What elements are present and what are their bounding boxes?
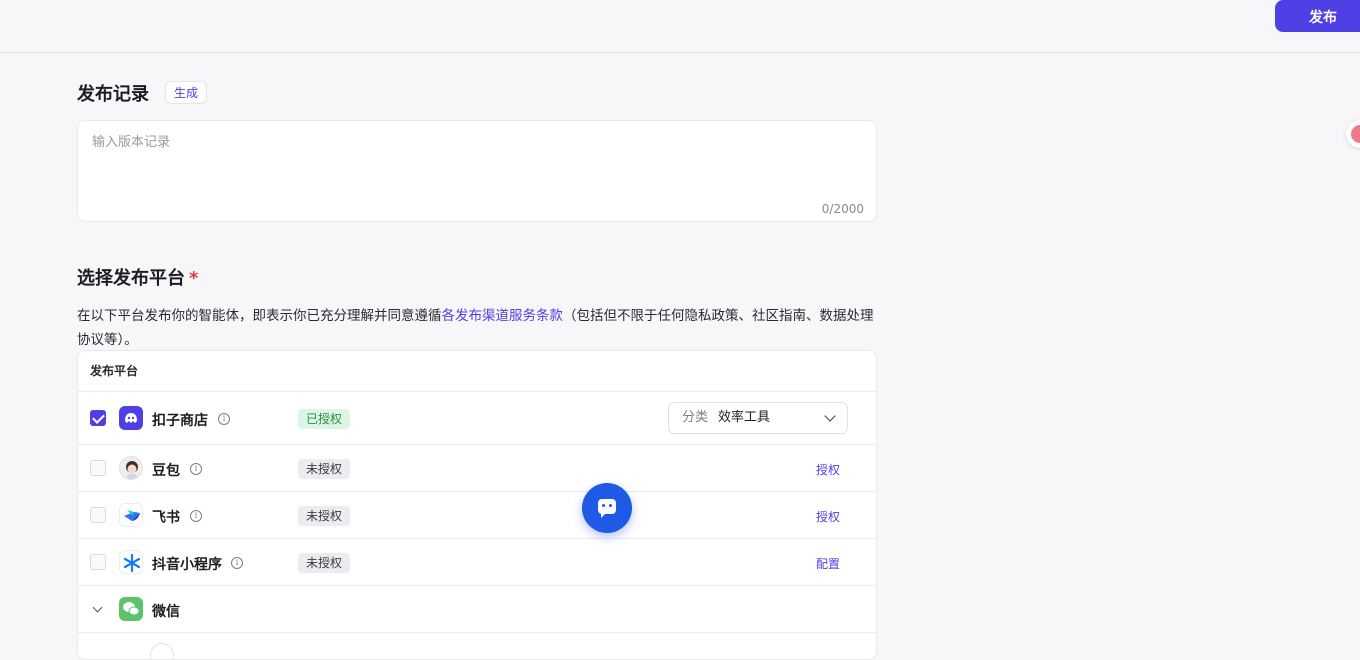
configure-link[interactable]: 配置 [816,555,840,572]
generate-button[interactable]: 生成 [165,81,207,104]
wechat-icon [119,597,143,621]
status-badge: 已授权 [298,409,351,429]
terms-description: 在以下平台发布你的智能体，即表示你已充分理解并同意遵循各发布渠道服务条款（包括但… [77,304,877,352]
platform-row-feishu: 飞书 i 未授权 授权 [78,492,876,539]
douyin-miniapp-icon [119,550,143,574]
release-record-input[interactable] [90,129,864,203]
table-header: 发布平台 [78,351,876,392]
coze-store-checkbox[interactable] [90,410,106,426]
category-select[interactable]: 分类 效率工具 [668,402,848,434]
authorize-link[interactable]: 授权 [816,461,840,478]
side-helper-icon[interactable] [1346,120,1360,148]
publish-button[interactable]: 发布 [1275,0,1360,32]
category-label: 分类 [682,410,709,425]
char-counter: 0/2000 [821,202,864,216]
platform-table: 发布平台 扣子商店 i 已授权 分类 效率工具 豆包 i 未授权 授权 飞书 i… [77,350,877,660]
category-value: 效率工具 [718,410,771,425]
wechat-name: 微信 [152,604,180,620]
status-badge: 未授权 [298,553,351,573]
platform-row-wechat: 微信 [78,586,876,633]
coze-store-icon [119,406,143,430]
info-icon[interactable]: i [190,510,202,522]
info-icon[interactable]: i [190,463,202,475]
chevron-down-icon[interactable] [92,602,103,613]
platform-row-coze-store: 扣子商店 i 已授权 分类 效率工具 [78,392,876,445]
platform-section-title: 选择发布平台 * [77,264,198,290]
info-icon[interactable]: i [218,413,230,425]
doubao-avatar-icon [119,456,143,480]
douyin-checkbox[interactable] [90,554,106,570]
doubao-name: 豆包 [152,463,180,479]
info-icon[interactable]: i [231,557,243,569]
required-mark: * [189,268,199,289]
chat-assistant-button[interactable] [582,483,632,533]
platform-section-title-text: 选择发布平台 [77,268,185,289]
status-badge: 未授权 [298,459,351,479]
platform-row-douyin: 抖音小程序 i 未授权 配置 [78,539,876,586]
feishu-icon [119,503,143,527]
terms-text-before: 在以下平台发布你的智能体，即表示你已充分理解并同意遵循 [77,308,442,324]
release-record-box: 0/2000 [77,120,877,222]
platform-row-doubao: 豆包 i 未授权 授权 [78,445,876,492]
top-bar: 发布 [0,0,1360,53]
status-badge: 未授权 [298,506,351,526]
douyin-name: 抖音小程序 [152,557,222,573]
chat-assistant-icon [598,499,616,518]
coze-store-name: 扣子商店 [152,413,208,429]
chevron-down-icon [824,410,836,422]
feishu-name: 飞书 [152,510,180,526]
release-record-title: 发布记录 [77,84,149,105]
authorize-link[interactable]: 授权 [816,508,840,525]
terms-link[interactable]: 各发布渠道服务条款 [442,308,564,324]
feishu-checkbox[interactable] [90,507,106,523]
sub-platform-icon [150,643,174,659]
doubao-checkbox[interactable] [90,460,106,476]
